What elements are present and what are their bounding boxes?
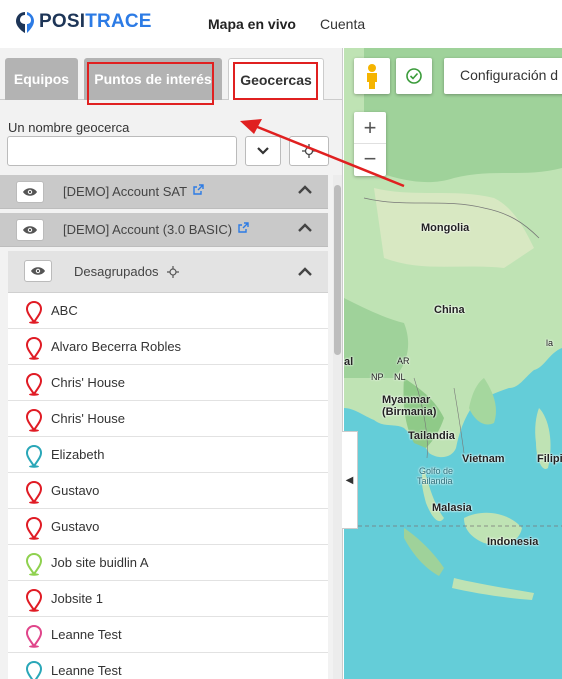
account-row[interactable]: [DEMO] Account (3.0 BASIC) (0, 213, 328, 247)
chevron-up-icon[interactable] (298, 267, 312, 277)
map-label-nl: NL (394, 372, 406, 382)
list-item[interactable]: Alvaro Becerra Robles (8, 329, 328, 365)
visibility-toggle-button[interactable] (24, 260, 52, 282)
external-link-icon[interactable] (193, 184, 204, 195)
map-pin-icon (25, 300, 43, 324)
map-pin-icon (25, 444, 43, 468)
map-pin-icon (25, 624, 43, 648)
chevron-up-icon[interactable] (298, 223, 312, 233)
map-label-ar: AR (397, 356, 410, 366)
account-name: [DEMO] Account (3.0 BASIC) (63, 222, 233, 237)
map-label-al: al (344, 356, 354, 368)
map-label-china: China (434, 304, 465, 316)
map-label-malasia: Malasia (432, 502, 472, 514)
sidebar: Equipos Puntos de interés Geocercas Un n… (0, 48, 343, 679)
external-link-icon[interactable] (238, 222, 249, 233)
chevron-down-icon (257, 147, 269, 155)
pegman-button[interactable] (354, 58, 390, 94)
list-item[interactable]: Chris' House (8, 365, 328, 401)
list-item-label: ABC (51, 303, 78, 318)
list-item[interactable]: Gustavo (8, 473, 328, 509)
map-label-birmania: (Birmania) (382, 406, 437, 418)
map-pin-icon (25, 480, 43, 504)
eye-icon (23, 188, 37, 196)
scrollbar[interactable] (333, 175, 342, 679)
scrollbar-thumb[interactable] (334, 185, 341, 355)
map-view[interactable]: Configuración d + − Mongolia China al AR… (344, 48, 562, 679)
map-label-tailandia: Tailandia (408, 430, 455, 442)
list-item[interactable]: ABC (8, 293, 328, 329)
dropdown-button[interactable] (245, 136, 281, 166)
list-item[interactable]: Jobsite 1 (8, 581, 328, 617)
locate-button[interactable] (289, 136, 329, 166)
eye-icon (23, 226, 37, 234)
group-row[interactable]: Desagrupados (8, 251, 328, 293)
zoom-in-button[interactable]: + (354, 112, 386, 144)
chevron-up-icon[interactable] (298, 185, 312, 195)
list-item-label: Jobsite 1 (51, 591, 104, 606)
list-item[interactable]: Gustavo (8, 509, 328, 545)
account-row[interactable]: [DEMO] Account SAT (0, 175, 328, 209)
zoom-control: + − (354, 112, 386, 176)
zoom-out-button[interactable]: − (354, 144, 386, 176)
highlight-box-geocercas (233, 62, 318, 100)
map-config-button[interactable]: Configuración d (444, 58, 562, 94)
visibility-toggle-button[interactable] (16, 219, 44, 241)
map-pin-icon (25, 408, 43, 432)
list-item[interactable]: Job site buidlin A (8, 545, 328, 581)
map-pin-icon (25, 372, 43, 396)
pegman-icon (367, 64, 377, 89)
map-pin-icon (25, 516, 43, 540)
map-pin-icon (25, 336, 43, 360)
geofence-name-label: Un nombre geocerca (8, 120, 130, 135)
map-label-indonesia: Indonesia (487, 536, 539, 548)
collapse-sidebar-button[interactable]: ◀ (342, 431, 358, 529)
list-item-label: Leanne Test (51, 627, 122, 642)
list-item-label: Alvaro Becerra Robles (51, 339, 182, 354)
logo-mark-icon (16, 12, 34, 33)
map-label-np: NP (371, 372, 384, 382)
map-label-mongolia: Mongolia (421, 222, 470, 234)
map-label-la: la (546, 338, 554, 348)
positrace-logo[interactable]: POSITRACE (14, 10, 152, 34)
nav-account[interactable]: Cuenta (320, 16, 365, 32)
nav-live-map[interactable]: Mapa en vivo (208, 16, 296, 32)
eye-icon (31, 267, 45, 275)
crosshair-icon[interactable] (167, 266, 179, 278)
check-circle-icon (406, 68, 422, 84)
highlight-box-puntos (87, 62, 214, 105)
list-item-label: Job site buidlin A (51, 555, 149, 570)
geofence-name-input[interactable] (7, 136, 237, 166)
map-pin-icon (25, 552, 43, 576)
list-item[interactable]: Chris' House (8, 401, 328, 437)
map-label-golfo-2: Tailandia (417, 476, 453, 486)
group-name: Desagrupados (74, 264, 159, 279)
map-label-vietnam: Vietnam (462, 453, 505, 465)
map-pin-icon (25, 660, 43, 679)
map-pin-icon (25, 588, 43, 612)
verify-button[interactable] (396, 58, 432, 94)
map-label-filipinas: Filipi (537, 453, 562, 465)
list-item-label: Chris' House (51, 375, 126, 390)
list-item-label: Gustavo (51, 483, 100, 498)
list-item-label: Elizabeth (51, 447, 105, 462)
list-item-label: Chris' House (51, 411, 126, 426)
account-name: [DEMO] Account SAT (63, 184, 188, 199)
tab-equipos[interactable]: Equipos (5, 58, 78, 100)
app-header: POSITRACE Mapa en vivo Cuenta (0, 0, 562, 48)
list-item[interactable]: Elizabeth (8, 437, 328, 473)
logo-wordmark: POSITRACE (39, 11, 152, 32)
list-item[interactable]: Leanne Test (8, 653, 328, 679)
map-label-myanmar: Myanmar (382, 394, 431, 406)
list-item-label: Leanne Test (51, 663, 122, 678)
map-label-golfo-1: Golfo de (419, 466, 454, 476)
list-item[interactable]: Leanne Test (8, 617, 328, 653)
crosshair-icon (302, 144, 316, 158)
visibility-toggle-button[interactable] (16, 181, 44, 203)
list-item-label: Gustavo (51, 519, 100, 534)
